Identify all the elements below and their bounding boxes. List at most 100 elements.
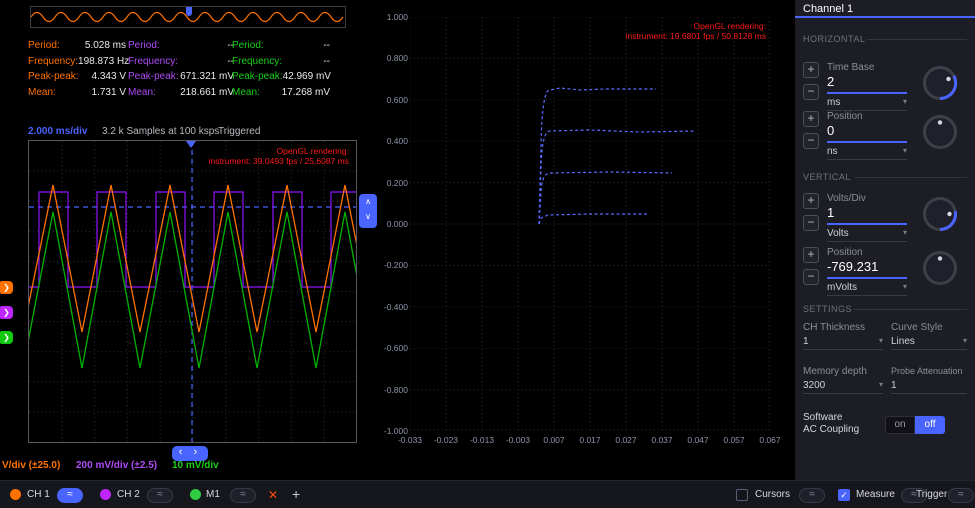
probe-attenuation-input[interactable]: 1 — [891, 380, 967, 394]
measurement-value: -- — [323, 56, 330, 67]
v-position-decrement-button[interactable]: − — [803, 269, 819, 285]
measure-label[interactable]: Measure — [856, 489, 895, 500]
h-position-decrement-button[interactable]: − — [803, 133, 819, 149]
time-base-value[interactable]: 2 — [827, 74, 834, 89]
h-position-label: Position — [827, 111, 863, 122]
measurement-label: Frequency: — [128, 56, 178, 67]
x-tick-label: -0.013 — [462, 435, 502, 445]
close-math-icon[interactable]: ✕ — [268, 488, 278, 502]
time-base-unit: ms — [827, 97, 840, 110]
time-base-knob[interactable] — [921, 64, 959, 102]
x-tick-label: 0.007 — [534, 435, 574, 445]
v-position-unit-dropdown[interactable]: mVolts ▾ — [827, 282, 907, 296]
panel-accent-bar — [795, 16, 975, 18]
opengl-info-xy: OpenGL rendering: instrument: 19.6801 fp… — [556, 21, 766, 41]
measurement-label: Frequency: — [232, 56, 282, 67]
measurement-value: 218.661 mV — [180, 87, 234, 98]
v-position-underline — [827, 277, 907, 279]
curve-style-label: Curve Style — [891, 322, 943, 333]
chevron-down-icon: ▾ — [903, 146, 907, 159]
y-tick-label: -0.200 — [378, 260, 408, 270]
volts-div-label: Volts/Div — [827, 193, 866, 204]
v-position-label: Position — [827, 247, 863, 258]
channel-mover-widget[interactable]: ∧ ∨ — [359, 194, 377, 228]
probe-attenuation-label: Probe Attenuation — [891, 366, 963, 376]
x-tick-label: 0.047 — [678, 435, 718, 445]
v-position-knob[interactable] — [921, 249, 959, 287]
v-position-value[interactable]: -769.231 — [827, 259, 878, 274]
y-tick-label: 0.400 — [378, 136, 408, 146]
x-tick-label: -0.003 — [498, 435, 538, 445]
preview-position-marker[interactable] — [186, 7, 192, 16]
m1-settings-button[interactable]: ≈ — [230, 488, 256, 503]
ch2-offset-handle[interactable]: ❯ — [0, 306, 13, 319]
h-position-value[interactable]: 0 — [827, 123, 834, 138]
memory-depth-dropdown[interactable]: 3200 ▾ — [803, 380, 883, 394]
measurement-label: Period: — [28, 40, 60, 51]
curve-style-dropdown[interactable]: Lines ▾ — [891, 336, 967, 350]
ch1-settings-button[interactable]: ≈ — [57, 488, 83, 503]
measurement-label: Period: — [232, 40, 264, 51]
volts-div-knob[interactable] — [921, 195, 959, 233]
ch1-scale-label: V/div (±25.0) — [2, 460, 60, 471]
y-tick-label: 0.000 — [378, 219, 408, 229]
measurement-value: 198.873 Hz — [78, 56, 129, 67]
scope-scrollbar-handle[interactable]: ‹ › — [172, 446, 208, 461]
time-base-increment-button[interactable]: + — [803, 62, 819, 78]
y-tick-label: -0.400 — [378, 302, 408, 312]
cursors-checkbox[interactable] — [736, 489, 748, 501]
ch2-tab[interactable]: CH 2 — [117, 489, 140, 500]
ac-coupling-on-button[interactable]: on — [885, 416, 915, 434]
measurement-label: Period: — [128, 40, 160, 51]
settings-icon: ≈ — [809, 489, 815, 500]
volts-div-unit-dropdown[interactable]: Volts ▾ — [827, 228, 907, 242]
curve-style-value: Lines — [891, 336, 915, 349]
move-down-icon[interactable]: ∨ — [359, 209, 377, 224]
volts-div-decrement-button[interactable]: − — [803, 215, 819, 231]
h-position-unit: ns — [827, 146, 838, 159]
ch2-settings-button[interactable]: ≈ — [147, 488, 173, 503]
trigger-settings-button[interactable]: ≈ — [948, 488, 974, 503]
h-position-unit-dropdown[interactable]: ns ▾ — [827, 146, 907, 160]
ch-thickness-dropdown[interactable]: 1 ▾ — [803, 336, 883, 350]
settings-icon: ≈ — [67, 489, 73, 500]
settings-icon: ≈ — [240, 489, 246, 500]
x-tick-label: 0.057 — [714, 435, 754, 445]
measure-checkbox[interactable]: ✓ — [838, 489, 850, 501]
volts-div-value[interactable]: 1 — [827, 205, 834, 220]
h-position-increment-button[interactable]: + — [803, 111, 819, 127]
measurement-label: Peak-peak: — [232, 71, 283, 82]
ac-coupling-off-button[interactable]: off — [915, 416, 945, 434]
move-up-icon[interactable]: ∧ — [359, 194, 377, 209]
add-channel-icon[interactable]: + — [292, 486, 300, 502]
measurement-value: 671.321 mV — [180, 71, 234, 82]
m1-tab[interactable]: M1 — [206, 489, 220, 500]
ch1-enable-dot[interactable] — [10, 489, 21, 500]
x-tick-label: 0.027 — [606, 435, 646, 445]
scope-plot[interactable]: OpenGL rendering: instrument: 39.0493 fp… — [28, 140, 357, 443]
xy-plot[interactable]: OpenGL rendering: instrument: 19.6801 fp… — [410, 17, 770, 431]
volts-div-increment-button[interactable]: + — [803, 193, 819, 209]
ch2-enable-dot[interactable] — [100, 489, 111, 500]
measurement-label: Peak-peak: — [28, 71, 79, 82]
cursors-label[interactable]: Cursors — [755, 489, 790, 500]
m1-enable-dot[interactable] — [190, 489, 201, 500]
ch1-offset-handle[interactable]: ❯ — [0, 281, 13, 294]
x-tick-label: 0.037 — [642, 435, 682, 445]
time-base-decrement-button[interactable]: − — [803, 84, 819, 100]
trigger-position-marker[interactable] — [186, 141, 196, 148]
x-tick-label: 0.067 — [750, 435, 790, 445]
acquisition-preview-strip[interactable] — [30, 6, 346, 28]
section-vertical: VERTICAL — [803, 172, 851, 182]
v-position-unit: mVolts — [827, 282, 857, 295]
timebase-info: 2.000 ms/div — [28, 126, 87, 137]
m1-offset-handle[interactable]: ❯ — [0, 331, 13, 344]
cursors-settings-button[interactable]: ≈ — [799, 488, 825, 503]
probe-attenuation-value: 1 — [891, 380, 897, 393]
x-tick-label: -0.033 — [390, 435, 430, 445]
ch1-tab[interactable]: CH 1 — [27, 489, 50, 500]
h-position-knob[interactable] — [921, 113, 959, 151]
time-base-unit-dropdown[interactable]: ms ▾ — [827, 97, 907, 111]
trigger-label[interactable]: Trigger — [916, 489, 947, 500]
v-position-increment-button[interactable]: + — [803, 247, 819, 263]
